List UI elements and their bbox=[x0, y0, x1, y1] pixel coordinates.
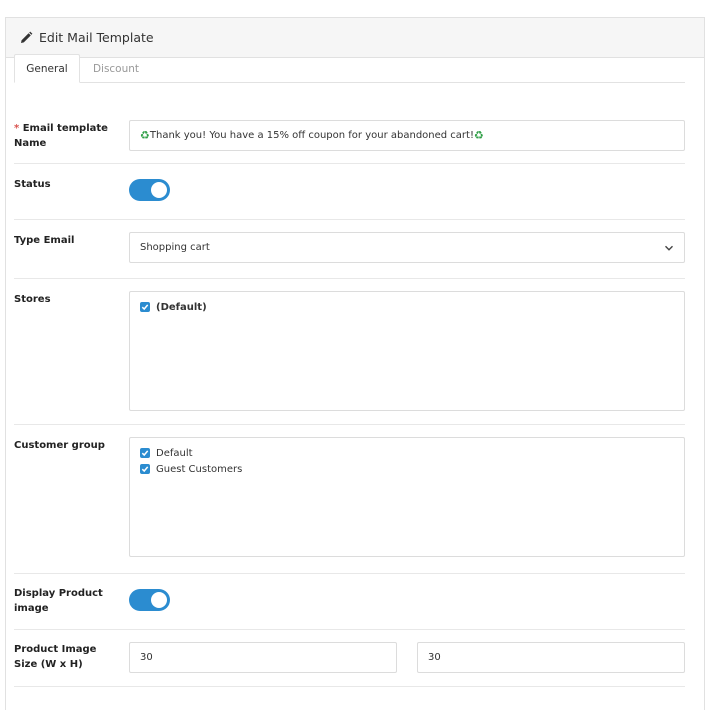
display-product-image-label: Display Product image bbox=[14, 586, 114, 616]
check-icon bbox=[141, 450, 149, 457]
page-title: Edit Mail Template bbox=[39, 30, 154, 45]
checkbox[interactable] bbox=[140, 448, 150, 458]
type-email-value: Shopping cart bbox=[140, 242, 210, 253]
status-toggle[interactable] bbox=[129, 179, 170, 201]
panel-heading: Edit Mail Template bbox=[6, 18, 704, 58]
template-name-label-line2: Name bbox=[14, 138, 47, 149]
divider bbox=[14, 219, 685, 220]
tab-discount[interactable]: Discount bbox=[84, 54, 148, 83]
divider bbox=[14, 629, 685, 630]
pencil-icon bbox=[19, 31, 33, 45]
checkbox[interactable] bbox=[140, 302, 150, 312]
customer-group-option-guest[interactable]: Guest Customers bbox=[140, 462, 242, 476]
recycle-icon: ♻ bbox=[140, 129, 150, 142]
store-option-label: (Default) bbox=[156, 301, 207, 313]
display-product-image-label-line2: image bbox=[14, 603, 49, 614]
product-image-size-label-line1: Product Image bbox=[14, 644, 97, 655]
check-icon bbox=[141, 304, 149, 311]
type-email-label: Type Email bbox=[14, 235, 75, 246]
toggle-knob bbox=[151, 592, 167, 608]
product-image-size-label-line2: Size (W x H) bbox=[14, 659, 83, 670]
checkbox[interactable] bbox=[140, 464, 150, 474]
check-icon bbox=[141, 466, 149, 473]
recycle-icon: ♻ bbox=[473, 129, 484, 142]
image-width-value: 30 bbox=[140, 652, 153, 663]
chevron-down-icon bbox=[665, 245, 673, 251]
customer-group-listbox[interactable]: Default Guest Customers bbox=[129, 437, 685, 557]
image-width-input[interactable]: 30 bbox=[129, 642, 397, 673]
stores-listbox[interactable]: (Default) bbox=[129, 291, 685, 411]
divider bbox=[14, 163, 685, 164]
divider bbox=[14, 573, 685, 574]
status-label: Status bbox=[14, 179, 51, 190]
image-height-value: 30 bbox=[428, 652, 441, 663]
customer-group-label: Customer group bbox=[14, 440, 105, 451]
toggle-knob bbox=[151, 182, 167, 198]
divider bbox=[14, 686, 685, 687]
type-email-select[interactable]: Shopping cart bbox=[129, 232, 685, 263]
template-name-value: Thank you! You have a 15% off coupon for… bbox=[149, 130, 474, 141]
divider bbox=[14, 424, 685, 425]
template-name-input[interactable]: ♻ Thank you! You have a 15% off coupon f… bbox=[129, 120, 685, 151]
customer-group-option-default[interactable]: Default bbox=[140, 446, 193, 460]
tab-general[interactable]: General bbox=[14, 54, 80, 83]
product-image-size-label: Product Image Size (W x H) bbox=[14, 642, 114, 672]
divider bbox=[14, 278, 685, 279]
store-option-default[interactable]: (Default) bbox=[140, 300, 207, 314]
template-name-label: * Email template Name bbox=[14, 121, 114, 151]
display-product-image-toggle[interactable] bbox=[129, 589, 170, 611]
tab-bar: General Discount bbox=[14, 54, 685, 83]
customer-group-option-label: Default bbox=[156, 447, 193, 459]
template-name-label-line1: Email template bbox=[22, 123, 108, 134]
image-height-input[interactable]: 30 bbox=[417, 642, 685, 673]
required-mark: * bbox=[14, 123, 20, 134]
display-product-image-label-line1: Display Product bbox=[14, 588, 103, 599]
stores-label: Stores bbox=[14, 294, 51, 305]
customer-group-option-label: Guest Customers bbox=[156, 463, 243, 475]
